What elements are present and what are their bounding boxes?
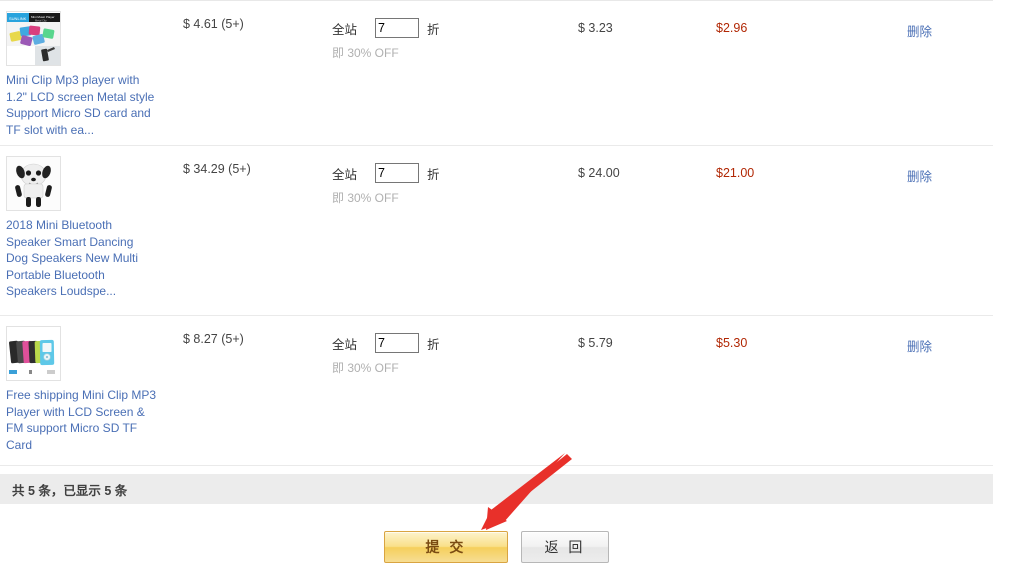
dancing-dog-speaker-thumbnail[interactable] <box>6 156 61 211</box>
svg-text:Mini Music Player: Mini Music Player <box>31 15 55 19</box>
svg-text:Metal Clip: Metal Clip <box>35 19 47 23</box>
discount-unit-label: 折 <box>427 22 440 37</box>
form-action-bar: 提 交 返 回 <box>0 531 993 563</box>
discount-editor: 全站 折 即 30% OFF <box>332 17 512 61</box>
discount-scope-label: 全站 <box>332 22 358 37</box>
discount-note: 即 30% OFF <box>332 361 399 375</box>
return-button[interactable]: 返 回 <box>521 531 609 563</box>
result-summary-text: 共 5 条，已显示 5 条 <box>12 483 128 498</box>
delete-row-link[interactable]: 删除 <box>907 166 932 185</box>
discount-product-table: SUNLINK Mini Music Player Metal Clip Min… <box>0 0 993 466</box>
delete-row-link[interactable]: 删除 <box>907 21 932 40</box>
mp3-player-row-thumbnail[interactable] <box>6 326 61 381</box>
discount-editor: 全站 折 即 30% OFF <box>332 332 512 376</box>
final-price: $21.00 <box>716 166 755 180</box>
product-thumbnail-image <box>7 157 60 210</box>
product-thumbnail-image: SUNLINK Mini Music Player Metal Clip <box>7 12 60 65</box>
discounted-price: $ 3.23 <box>578 21 613 35</box>
result-summary-bar: 共 5 条，已显示 5 条 <box>0 474 993 504</box>
discount-scope-label: 全站 <box>332 337 358 352</box>
product-cell: Free shipping Mini Clip MP3 Player with … <box>6 326 166 453</box>
delete-row-link[interactable]: 删除 <box>907 336 932 355</box>
submit-button[interactable]: 提 交 <box>384 531 508 563</box>
table-row: Free shipping Mini Clip MP3 Player with … <box>0 316 993 466</box>
discount-note: 即 30% OFF <box>332 46 399 60</box>
discount-note: 即 30% OFF <box>332 191 399 205</box>
discount-editor: 全站 折 即 30% OFF <box>332 162 512 206</box>
product-title-link[interactable]: Mini Clip Mp3 player with 1.2" LCD scree… <box>6 72 158 138</box>
product-title-link[interactable]: 2018 Mini Bluetooth Speaker Smart Dancin… <box>6 217 158 300</box>
table-row: 2018 Mini Bluetooth Speaker Smart Dancin… <box>0 146 993 316</box>
product-cell: SUNLINK Mini Music Player Metal Clip Min… <box>6 11 166 138</box>
base-price: $ 8.27 (5+) <box>183 332 244 346</box>
mp3-player-collage-thumbnail[interactable]: SUNLINK Mini Music Player Metal Clip <box>6 11 61 66</box>
table-row: SUNLINK Mini Music Player Metal Clip Min… <box>0 1 993 146</box>
discount-rate-input[interactable] <box>375 18 420 38</box>
product-thumbnail-image <box>7 327 60 380</box>
final-price: $2.96 <box>716 21 748 35</box>
product-cell: 2018 Mini Bluetooth Speaker Smart Dancin… <box>6 156 166 300</box>
discount-unit-label: 折 <box>427 167 440 182</box>
product-title-link[interactable]: Free shipping Mini Clip MP3 Player with … <box>6 387 158 453</box>
discount-rate-input[interactable] <box>375 163 420 183</box>
discount-unit-label: 折 <box>427 337 440 352</box>
base-price: $ 34.29 (5+) <box>183 162 251 176</box>
final-price: $5.30 <box>716 336 748 350</box>
discount-scope-label: 全站 <box>332 167 358 182</box>
base-price: $ 4.61 (5+) <box>183 17 244 31</box>
discount-rate-input[interactable] <box>375 333 420 353</box>
discounted-price: $ 24.00 <box>578 166 620 180</box>
discounted-price: $ 5.79 <box>578 336 613 350</box>
svg-text:SUNLINK: SUNLINK <box>9 16 27 21</box>
